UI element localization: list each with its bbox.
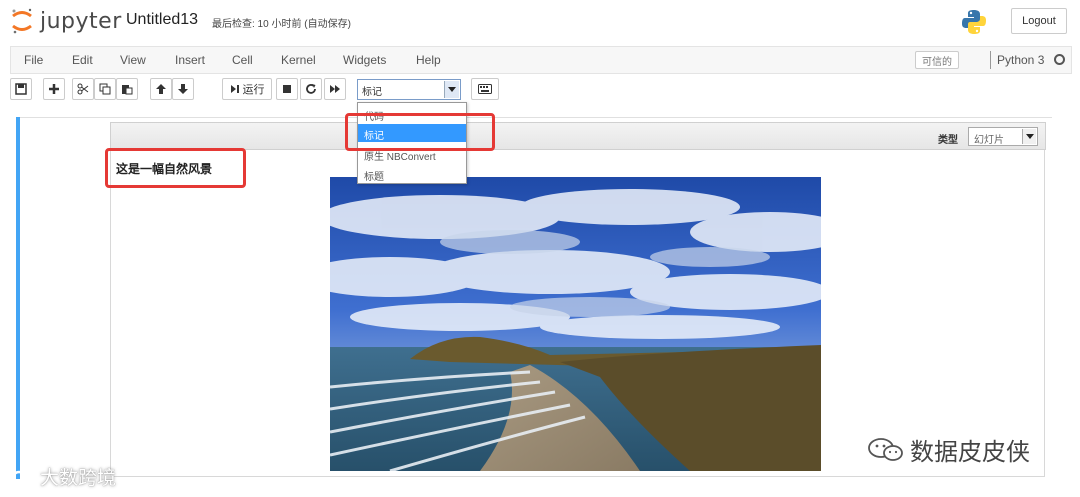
scissors-icon	[77, 83, 89, 95]
refresh-icon	[306, 84, 316, 94]
kernel-idle-icon	[1054, 54, 1065, 65]
arrow-up-icon	[156, 84, 166, 94]
stop-icon	[283, 85, 291, 93]
watermark-right-text: 数据皮皮侠	[910, 439, 1030, 466]
copy-icon	[99, 83, 111, 95]
move-up-button[interactable]	[150, 78, 172, 100]
jupyter-icon	[12, 8, 32, 34]
slide-type-select[interactable]: 幻灯片	[968, 127, 1038, 146]
landscape-photo	[330, 177, 821, 471]
command-palette-button[interactable]	[471, 78, 499, 100]
jupyter-logo[interactable]: jupyter	[10, 6, 122, 36]
run-button[interactable]: 运行	[222, 78, 272, 100]
chevron-down-icon	[444, 81, 459, 98]
interrupt-button[interactable]	[276, 78, 298, 100]
restart-run-all-button[interactable]	[324, 78, 346, 100]
keyboard-icon	[478, 84, 492, 94]
wechat-icon	[868, 437, 903, 461]
menu-insert[interactable]: Insert	[175, 53, 205, 67]
landscape-image	[330, 177, 821, 471]
watermark-left: 大数跨境	[10, 463, 116, 490]
arrow-down-icon	[178, 84, 188, 94]
header: jupyter Untitled13 最后检查: 10 小时前 (自动保存) L…	[0, 0, 1080, 44]
cell-selected-indicator	[16, 117, 20, 479]
save-icon	[15, 83, 27, 95]
paste-icon	[122, 85, 133, 95]
save-button[interactable]	[10, 78, 32, 100]
notebook-title[interactable]: Untitled13	[126, 11, 198, 29]
menu-edit[interactable]: Edit	[72, 53, 93, 67]
celltype-option-heading[interactable]: 标题	[358, 165, 466, 183]
markdown-highlight-box	[105, 148, 246, 188]
menu-widgets[interactable]: Widgets	[343, 53, 386, 67]
insert-cell-button[interactable]	[43, 78, 65, 100]
fast-forward-icon	[330, 85, 340, 93]
chevron-down-icon	[1022, 129, 1036, 144]
cut-button[interactable]	[72, 78, 94, 100]
python-logo-icon	[960, 8, 988, 41]
menu-view[interactable]: View	[120, 53, 146, 67]
watermark-left-text: 大数跨境	[40, 468, 117, 489]
celltype-value: 标记	[362, 87, 382, 98]
trusted-badge[interactable]: 可信的	[915, 51, 959, 69]
logo-icon	[11, 469, 37, 485]
menu-file[interactable]: File	[24, 53, 43, 67]
celltype-select[interactable]: 标记	[357, 79, 461, 100]
menu-help[interactable]: Help	[416, 53, 441, 67]
menu-cell[interactable]: Cell	[232, 53, 253, 67]
logout-button[interactable]: Logout	[1011, 8, 1067, 34]
step-forward-icon	[230, 85, 239, 93]
toolbar: 运行 标记	[10, 78, 1072, 102]
cell-slideshow-toolbar	[110, 122, 1046, 150]
kernel-name: Python 3	[997, 53, 1045, 67]
copy-button[interactable]	[94, 78, 116, 100]
watermark-right: 数据皮皮侠	[866, 432, 1030, 467]
menubar: File Edit View Insert Cell Kernel Widget…	[10, 46, 1072, 74]
logo-text: jupyter	[40, 8, 122, 34]
slide-type-value: 幻灯片	[974, 135, 1004, 146]
slide-type-label: 类型	[938, 135, 958, 146]
kernel-separator	[990, 51, 991, 69]
checkpoint-status: 最后检查: 10 小时前 (自动保存)	[212, 19, 351, 30]
restart-button[interactable]	[300, 78, 322, 100]
paste-button[interactable]	[116, 78, 138, 100]
menu-kernel[interactable]: Kernel	[281, 53, 316, 67]
move-down-button[interactable]	[172, 78, 194, 100]
run-label: 运行	[242, 84, 265, 96]
plus-icon	[49, 84, 59, 94]
dropdown-highlight-box	[345, 113, 495, 151]
